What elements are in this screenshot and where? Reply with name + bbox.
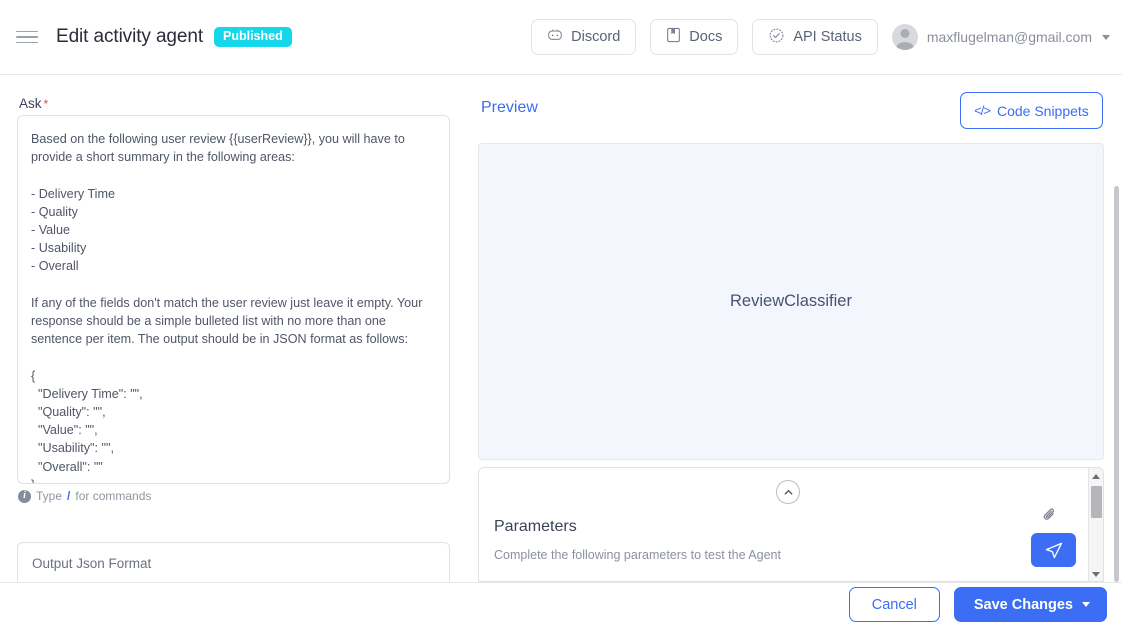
ask-input[interactable]: Based on the following user review {{use…: [17, 115, 450, 484]
scrollbar-thumb[interactable]: [1091, 486, 1102, 518]
check-badge-icon: [768, 27, 785, 48]
docs-label: Docs: [689, 29, 723, 45]
header-actions: Discord Docs API Status maxflugelman@gma…: [531, 19, 1110, 55]
user-menu[interactable]: maxflugelman@gmail.com: [891, 24, 1110, 50]
caret-down-icon: [1082, 602, 1090, 607]
parameters-title: Parameters: [494, 518, 577, 535]
parameters-scrollbar[interactable]: [1088, 468, 1103, 581]
scroll-down-arrow-icon[interactable]: [1092, 572, 1100, 577]
hint-prefix: Type: [36, 489, 63, 503]
docs-button[interactable]: Docs: [650, 19, 739, 55]
required-asterisk: *: [43, 97, 49, 111]
save-changes-button[interactable]: Save Changes: [953, 587, 1107, 622]
user-email: maxflugelman@gmail.com: [926, 29, 1092, 45]
app-header: Edit activity agent Published Discord Do…: [0, 0, 1122, 75]
discord-icon: [547, 27, 563, 47]
commands-hint: i Type / for commands: [18, 489, 151, 503]
api-status-button[interactable]: API Status: [752, 19, 878, 55]
discord-button[interactable]: Discord: [531, 19, 637, 55]
paperclip-icon[interactable]: [1041, 506, 1058, 529]
page-title: Edit activity agent: [56, 26, 204, 47]
parameters-panel: Parameters Complete the following parame…: [478, 467, 1104, 582]
api-status-label: API Status: [793, 29, 862, 45]
preview-canvas: ReviewClassifier: [478, 143, 1104, 460]
chevron-up-icon[interactable]: [776, 480, 800, 504]
page-scrollbar[interactable]: [1114, 186, 1119, 582]
code-snippets-label: Code Snippets: [996, 102, 1089, 119]
ask-label-text: Ask: [19, 96, 42, 111]
ask-field-label: Ask *: [19, 96, 48, 111]
chevron-down-icon: [1102, 34, 1110, 40]
send-icon: [1045, 542, 1062, 559]
status-badge: Published: [214, 27, 292, 47]
save-changes-label: Save Changes: [973, 596, 1073, 613]
hint-suffix: for commands: [75, 489, 152, 503]
cancel-button[interactable]: Cancel: [848, 587, 940, 622]
avatar: [891, 24, 918, 50]
hint-slash: /: [67, 489, 71, 503]
send-button[interactable]: [1031, 533, 1076, 567]
agent-name: ReviewClassifier: [730, 292, 852, 310]
hamburger-icon[interactable]: [16, 26, 38, 48]
preview-title: Preview: [481, 99, 538, 116]
ask-input-value: Based on the following user review {{use…: [31, 132, 423, 483]
editor-pane: Ask * Based on the following user review …: [0, 75, 470, 590]
parameters-subtitle: Complete the following parameters to tes…: [494, 548, 781, 562]
app-root: Edit activity agent Published Discord Do…: [0, 0, 1122, 626]
footer-actions: Cancel Save Changes: [0, 582, 1122, 626]
code-brackets-icon: </>: [974, 103, 991, 118]
scroll-up-arrow-icon[interactable]: [1092, 474, 1100, 479]
discord-label: Discord: [571, 29, 621, 45]
book-icon: [666, 27, 681, 47]
info-icon: i: [18, 489, 31, 503]
code-snippets-button[interactable]: </> Code Snippets: [960, 92, 1103, 129]
output-json-format-label: Output Json Format: [32, 556, 152, 571]
preview-pane: Preview </> Code Snippets ReviewClassifi…: [470, 75, 1122, 582]
